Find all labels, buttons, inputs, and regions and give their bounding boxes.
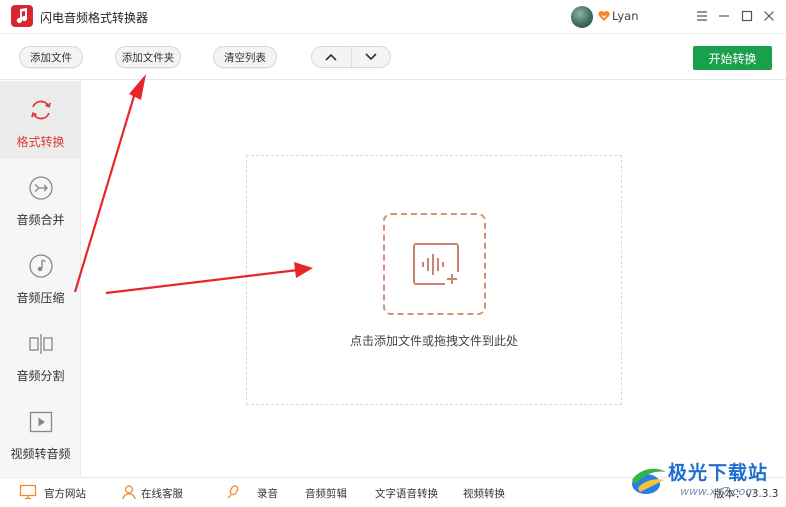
move-up-button[interactable]	[312, 47, 352, 67]
close-button[interactable]	[759, 6, 779, 26]
record-link[interactable]: 录音	[257, 486, 278, 501]
sidebar-item-audio-compress[interactable]: 音频压缩	[0, 237, 81, 315]
audio-edit-link[interactable]: 音频剪辑	[305, 486, 347, 501]
play-icon	[29, 411, 53, 433]
toolbar: 添加文件 添加文件夹 清空列表 开始转换	[0, 34, 786, 80]
official-website-link[interactable]: 官方网站	[44, 486, 86, 501]
chevron-down-icon	[365, 53, 377, 61]
maximize-button[interactable]	[737, 6, 757, 26]
chevron-up-icon	[325, 53, 337, 61]
microphone-icon	[227, 485, 239, 499]
sidebar-item-format-convert[interactable]: 格式转换	[0, 81, 81, 159]
add-audio-icon	[413, 243, 459, 286]
tts-link[interactable]: 文字语音转换	[375, 486, 438, 501]
menu-button[interactable]	[692, 6, 712, 26]
online-support-link[interactable]: 在线客服	[141, 486, 183, 501]
sidebar-item-label: 视频转音频	[10, 447, 71, 461]
sidebar-item-audio-split[interactable]: 音频分割	[0, 315, 81, 393]
monitor-icon	[19, 484, 37, 500]
watermark-url: www.xz7.com	[680, 485, 757, 498]
close-icon	[764, 11, 774, 21]
move-buttons	[311, 46, 391, 68]
add-folder-button[interactable]: 添加文件夹	[115, 46, 181, 68]
music-note-icon	[29, 254, 53, 278]
split-icon	[29, 334, 53, 354]
title-bar: 闪电音频格式转换器 Lyan	[0, 0, 786, 34]
add-audio-box[interactable]	[383, 213, 486, 315]
maximize-icon	[741, 10, 753, 22]
sidebar-item-label: 格式转换	[16, 135, 65, 149]
sidebar-item-audio-merge[interactable]: 音频合并	[0, 159, 81, 237]
menu-icon	[697, 11, 707, 21]
sidebar-item-label: 音频合并	[16, 213, 65, 227]
watermark-title: 极光下载站	[668, 462, 769, 484]
clear-list-button[interactable]: 清空列表	[213, 46, 277, 68]
avatar[interactable]	[571, 6, 593, 28]
support-icon	[122, 485, 136, 500]
aurora-logo-icon	[632, 468, 666, 494]
sidebar-item-label: 音频压缩	[16, 291, 65, 305]
start-convert-button[interactable]: 开始转换	[693, 46, 772, 70]
username[interactable]: Lyan	[612, 9, 639, 23]
window-title: 闪电音频格式转换器	[40, 11, 149, 25]
video-convert-link[interactable]: 视频转换	[463, 486, 505, 501]
drop-hint: 点击添加文件或拖拽文件到此处	[349, 334, 518, 348]
sidebar: 格式转换 音频合并 音频压缩 音频分割 视频转音频	[0, 81, 81, 476]
merge-icon	[29, 176, 53, 200]
minimize-button[interactable]	[714, 6, 734, 26]
app-logo-icon	[11, 5, 33, 27]
refresh-icon	[31, 100, 51, 120]
move-down-button[interactable]	[352, 47, 391, 67]
vip-heart-icon	[598, 10, 610, 21]
add-file-button[interactable]: 添加文件	[19, 46, 83, 68]
minimize-icon	[719, 15, 729, 17]
sidebar-item-video-to-audio[interactable]: 视频转音频	[0, 393, 81, 471]
watermark: 极光下载站 www.xz7.com	[626, 456, 782, 504]
sidebar-item-label: 音频分割	[16, 369, 65, 383]
